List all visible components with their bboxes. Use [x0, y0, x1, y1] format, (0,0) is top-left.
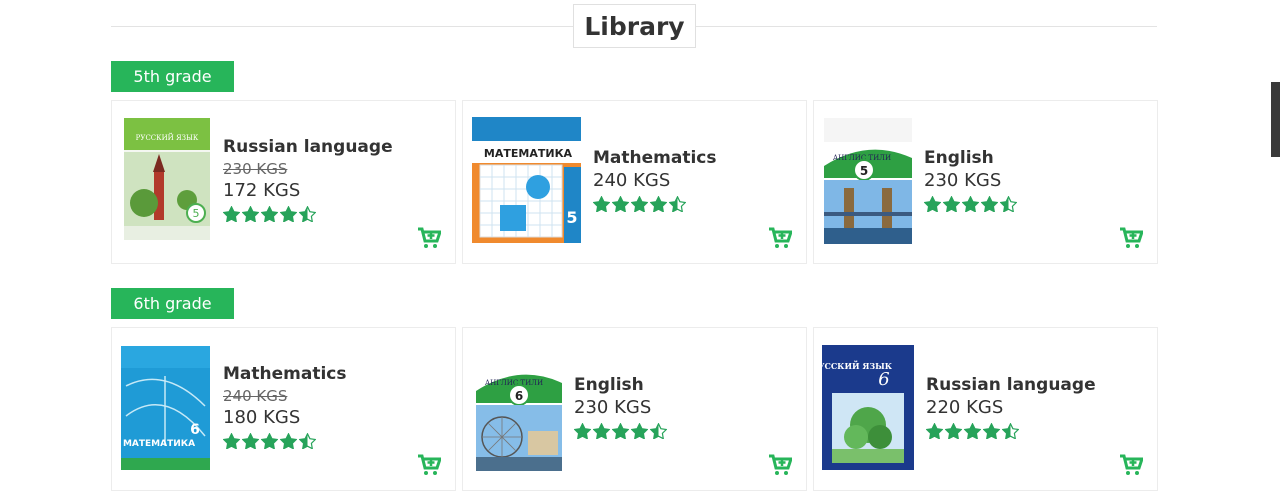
star-icon	[650, 196, 667, 212]
book-old-price: 230 KGS	[223, 160, 288, 178]
half-star-icon	[650, 423, 667, 439]
book-price: 172 KGS	[223, 180, 301, 201]
grade-badge-5: 5th grade	[111, 61, 234, 92]
book-info: English 230 KGS	[574, 375, 667, 439]
svg-text:6: 6	[190, 422, 200, 438]
book-card[interactable]: МАТЕМАТИКА 5 Mathematics 240 KGS	[462, 100, 807, 264]
star-icon	[926, 423, 943, 439]
book-info: Mathematics 240 KGS	[593, 148, 716, 212]
book-cover: РУССКИЙ ЯЗЫК 6	[822, 345, 914, 470]
book-card[interactable]: АНГЛИС ТИЛИ 5 English 230 KGS	[813, 100, 1158, 264]
book-price: 180 KGS	[223, 407, 301, 428]
svg-text:МАТЕМАТИКА: МАТЕМАТИКА	[484, 147, 573, 160]
book-title: Mathematics	[223, 364, 347, 384]
star-icon	[964, 423, 981, 439]
book-title: Mathematics	[593, 148, 717, 168]
star-icon	[242, 206, 259, 222]
add-to-cart-icon[interactable]	[1119, 454, 1143, 476]
svg-text:МАТЕМАТИКА: МАТЕМАТИКА	[123, 439, 195, 449]
svg-text:РУССКИЙ ЯЗЫК: РУССКИЙ ЯЗЫК	[136, 133, 199, 142]
book-card[interactable]: МАТЕМАТИКА 6 Mathematics 240 KGS 180 KGS	[111, 327, 456, 491]
star-icon	[574, 423, 591, 439]
book-title: Russian language	[926, 375, 1096, 395]
book-cover: МАТЕМАТИКА 5	[472, 117, 581, 243]
add-to-cart-icon[interactable]	[417, 454, 441, 476]
book-info: Russian language 220 KGS	[926, 375, 1096, 439]
book-card[interactable]: РУССКИЙ ЯЗЫК 5 Russian language 230 KGS …	[111, 100, 456, 264]
star-icon	[280, 206, 297, 222]
rating-stars	[574, 423, 667, 439]
book-title: Russian language	[223, 137, 393, 157]
star-icon	[612, 196, 629, 212]
add-to-cart-icon[interactable]	[768, 227, 792, 249]
star-icon	[593, 196, 610, 212]
book-card[interactable]: АНГЛИС ТИЛИ 6 English 230 KGS	[462, 327, 807, 491]
book-info: Russian language 230 KGS 172 KGS	[223, 137, 393, 222]
star-icon	[631, 423, 648, 439]
rating-stars	[924, 196, 1017, 212]
star-icon	[242, 433, 259, 449]
add-to-cart-icon[interactable]	[1119, 227, 1143, 249]
star-icon	[945, 423, 962, 439]
star-icon	[943, 196, 960, 212]
book-price: 230 KGS	[924, 170, 1002, 191]
half-star-icon	[669, 196, 686, 212]
book-card[interactable]: РУССКИЙ ЯЗЫК 6 Russian language 220 KGS	[813, 327, 1158, 491]
book-info: English 230 KGS	[924, 148, 1017, 212]
grade-badge-6: 6th grade	[111, 288, 234, 319]
star-icon	[280, 433, 297, 449]
rating-stars	[223, 433, 346, 449]
half-star-icon	[299, 206, 316, 222]
svg-text:6: 6	[515, 389, 523, 403]
book-price: 240 KGS	[593, 170, 671, 191]
add-to-cart-icon[interactable]	[417, 227, 441, 249]
star-icon	[612, 423, 629, 439]
library-header: Library	[111, 4, 1157, 48]
half-star-icon	[1000, 196, 1017, 212]
book-info: Mathematics 240 KGS 180 KGS	[223, 364, 346, 449]
half-star-icon	[299, 433, 316, 449]
half-star-icon	[1002, 423, 1019, 439]
page-title: Library	[573, 4, 696, 48]
star-icon	[983, 423, 1000, 439]
star-icon	[223, 433, 240, 449]
book-old-price: 240 KGS	[223, 387, 288, 405]
scrollbar-handle[interactable]	[1271, 82, 1280, 157]
book-cover: РУССКИЙ ЯЗЫК 5	[124, 118, 210, 240]
svg-text:5: 5	[566, 208, 577, 227]
star-icon	[261, 206, 278, 222]
rating-stars	[223, 206, 393, 222]
star-icon	[981, 196, 998, 212]
star-icon	[223, 206, 240, 222]
svg-text:5: 5	[860, 164, 868, 178]
book-cover: АНГЛИС ТИЛИ 6	[476, 345, 562, 471]
rating-stars	[926, 423, 1096, 439]
book-cover: МАТЕМАТИКА 6	[121, 346, 210, 470]
book-cover: АНГЛИС ТИЛИ 5	[824, 118, 912, 244]
svg-text:6: 6	[878, 369, 889, 390]
star-icon	[962, 196, 979, 212]
svg-text:5: 5	[193, 207, 200, 220]
book-price: 230 KGS	[574, 397, 652, 418]
star-icon	[261, 433, 278, 449]
star-icon	[631, 196, 648, 212]
add-to-cart-icon[interactable]	[768, 454, 792, 476]
star-icon	[924, 196, 941, 212]
star-icon	[593, 423, 610, 439]
book-title: English	[924, 148, 994, 168]
book-price: 220 KGS	[926, 397, 1004, 418]
book-title: English	[574, 375, 644, 395]
rating-stars	[593, 196, 716, 212]
